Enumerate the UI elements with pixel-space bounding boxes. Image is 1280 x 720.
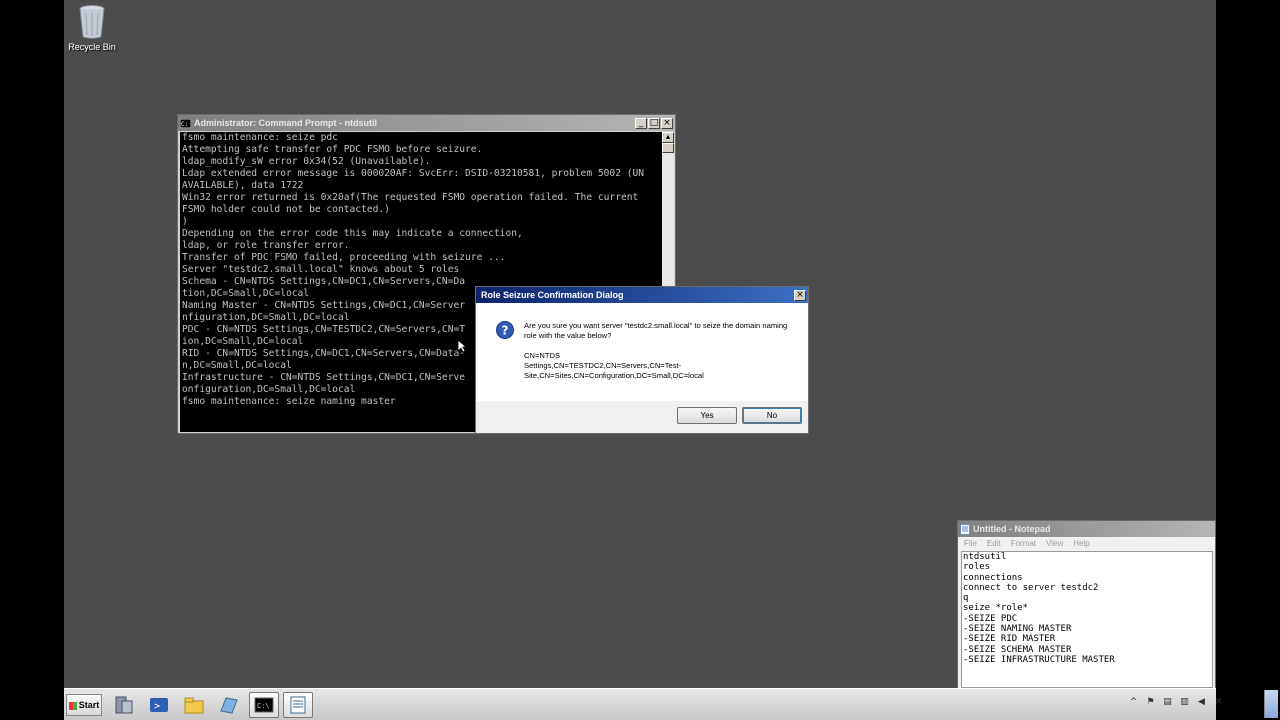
letterbox-left [0,0,64,720]
menu-format[interactable]: Format [1011,539,1036,548]
svg-text:?: ? [502,324,509,338]
start-label: Start [78,700,100,710]
menu-view[interactable]: View [1046,539,1063,548]
action-center-flag-icon[interactable]: ⚑ [1145,697,1156,708]
network-icon[interactable]: ▤ [1162,697,1173,708]
close-button[interactable]: × [661,117,673,129]
notepad-line: -SEIZE NAMING MASTER [963,624,1072,635]
svg-text:C:\: C:\ [257,702,270,710]
show-hidden-icons-icon[interactable]: ^ [1128,697,1139,708]
notepad-line: -SEIZE PDC [963,613,1018,624]
role-seizure-dialog[interactable]: Role Seizure Confirmation Dialog × ? Are… [475,286,809,434]
notepad-titlebar[interactable]: Untitled - Notepad [958,521,1215,537]
console-line: Server "testdc2.small.local" knows about… [182,264,460,275]
console-line: Transfer of PDC FSMO failed, proceeding … [182,252,506,263]
show-desktop-button[interactable] [1264,690,1278,718]
menu-file[interactable]: File [964,539,977,548]
recycle-bin-icon [79,5,105,39]
maximize-button[interactable]: □ [648,117,660,129]
dialog-title: Role Seizure Confirmation Dialog [481,290,624,300]
notepad-line: -SEIZE SCHEMA MASTER [963,644,1072,655]
console-line: fsmo maintenance: seize pdc [182,132,338,143]
dialog-button-bar: Yes No [476,401,808,433]
clock[interactable]: 20:22 24/05/2013 [1210,695,1266,715]
notepad-text-area[interactable]: ntdsutil roles connections connect to serve… [961,551,1213,688]
letterbox-right [1216,0,1280,720]
cmd-title: Administrator: Command Prompt - ntdsutil [194,118,377,128]
notepad-line: seize *role* [963,603,1029,614]
notepad-icon[interactable] [283,692,313,718]
scroll-thumb[interactable] [662,143,674,153]
server-manager-icon[interactable] [109,692,139,718]
powershell-icon[interactable]: > [144,692,174,718]
start-button[interactable]: Start [66,694,102,716]
menu-edit[interactable]: Edit [987,539,1001,548]
explorer-icon[interactable] [179,692,209,718]
mouse-cursor-icon [457,339,467,353]
recycle-bin[interactable]: Recycle Bin [68,4,116,52]
menu-help[interactable]: Help [1073,539,1089,548]
console-line: Ldap extended error message is 000020AF:… [182,168,645,179]
console-line: Win32 error returned is 0x20af(The reque… [182,192,639,203]
notepad-line: connect to server testdc2 [963,582,1099,593]
notepad-title: Untitled - Notepad [973,524,1051,534]
yes-button[interactable]: Yes [677,407,737,424]
dialog-titlebar[interactable]: Role Seizure Confirmation Dialog × [476,287,808,303]
recycle-bin-label: Recycle Bin [68,42,116,52]
notepad-window[interactable]: Untitled - Notepad File Edit Format View… [957,520,1216,690]
scroll-up-arrow-icon[interactable]: ▲ [662,132,674,143]
notepad-line: q [963,593,969,604]
console-line: Attempting safe transfer of PDC FSMO bef… [182,144,483,155]
console-line: ) [182,216,188,227]
no-button[interactable]: No [742,407,802,424]
windows-flag-icon [68,701,77,710]
command-prompt-icon[interactable]: C:\ [249,692,279,718]
console-line: ldap, or role transfer error. [182,240,350,251]
network-icon-2[interactable]: ▥ [1179,697,1190,708]
dn-line-2: Settings,CN=TESTDC2,CN=Servers,CN=Test-S… [524,361,704,380]
notepad-line: -SEIZE RID MASTER [963,634,1056,645]
clock-date: 24/05/2013 [1217,705,1259,714]
minimize-button[interactable]: _ [635,117,647,129]
console-line: FSMO holder could not be contacted.) [182,204,390,215]
notepad-line: -SEIZE INFRASTRUCTURE MASTER [963,654,1115,665]
dn-line-1: CN=NTDS [524,351,561,360]
svg-text:>: > [154,701,160,712]
notepad-app-icon [960,523,970,535]
folder-icon[interactable] [214,692,244,718]
notepad-line: roles [963,562,991,573]
notepad-line: ntdsutil [963,552,1007,562]
notepad-line: connections [963,572,1023,583]
console-line: ldap_modify_sW error 0x34(52 (Unavailabl… [182,156,431,167]
cmd-titlebar[interactable]: C: Administrator: Command Prompt - ntdsu… [178,115,675,131]
console-line: AVAILABLE), data 1722 [182,180,304,191]
dialog-message: Are you sure you want server "testdc2.sm… [524,321,788,340]
volume-icon[interactable]: ◀ [1196,697,1207,708]
notepad-menubar: File Edit Format View Help [958,537,1215,550]
taskbar: Start > C:\ ^ ⚑ ▤ ▥ ◀ ✕ 20:22 24/05/2013 [64,688,1278,720]
cmd-app-icon: C: [180,118,191,128]
clock-time: 20:22 [1227,695,1249,704]
dialog-dn-value: CN=NTDS Settings,CN=TESTDC2,CN=Servers,C… [524,351,794,381]
question-icon: ? [496,321,514,339]
dialog-close-button[interactable]: × [794,289,806,301]
console-line: Depending on the error code this may ind… [182,228,523,239]
svg-text:C:: C: [181,121,188,128]
